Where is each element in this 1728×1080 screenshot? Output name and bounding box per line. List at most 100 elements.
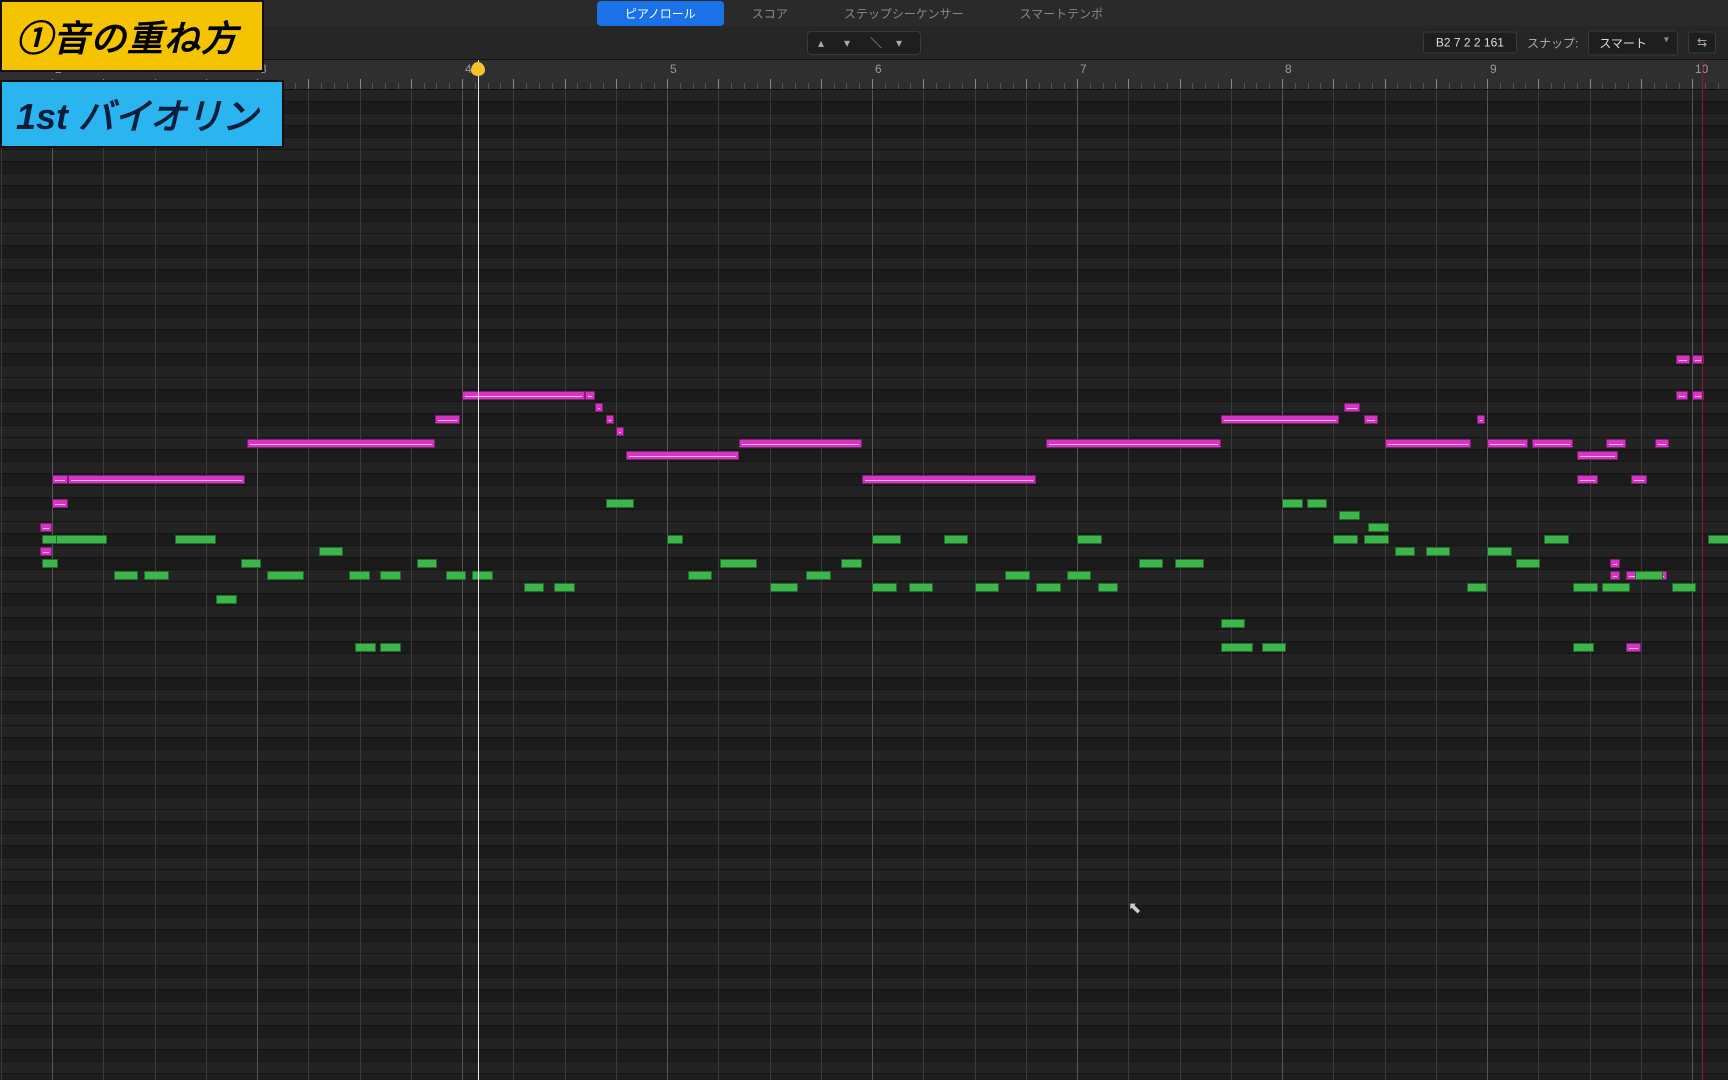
midi-note[interactable] (1610, 571, 1620, 580)
midi-note[interactable] (806, 571, 831, 580)
piano-roll-grid[interactable] (0, 90, 1728, 1080)
end-marker[interactable] (1702, 60, 1703, 1080)
midi-note[interactable] (462, 391, 585, 400)
midi-note[interactable] (1544, 535, 1569, 544)
midi-note[interactable] (42, 559, 58, 568)
chevron-down-icon[interactable]: ▾ (896, 36, 910, 50)
midi-note[interactable] (667, 535, 683, 544)
midi-note[interactable] (1532, 439, 1573, 448)
tab-piano-roll[interactable]: ピアノロール (597, 1, 724, 26)
midi-note[interactable] (1426, 547, 1451, 556)
midi-note[interactable] (241, 559, 262, 568)
midi-note[interactable] (68, 475, 244, 484)
midi-note[interactable] (739, 439, 862, 448)
midi-note[interactable] (909, 583, 934, 592)
playhead[interactable] (478, 60, 479, 1080)
midi-note[interactable] (1672, 583, 1697, 592)
midi-note[interactable] (355, 643, 376, 652)
midi-note[interactable] (1339, 511, 1360, 520)
midi-note[interactable] (1708, 535, 1728, 544)
midi-note[interactable] (1487, 547, 1512, 556)
midi-note[interactable] (446, 571, 467, 580)
midi-note[interactable] (1676, 391, 1688, 400)
midi-note[interactable] (1282, 499, 1303, 508)
midi-note[interactable] (1655, 439, 1669, 448)
midi-note[interactable] (216, 595, 237, 604)
midi-note[interactable] (524, 583, 545, 592)
midi-note[interactable] (1635, 571, 1664, 580)
midi-note[interactable] (267, 571, 304, 580)
midi-note[interactable] (1098, 583, 1119, 592)
midi-note[interactable] (319, 547, 344, 556)
midi-note[interactable] (1333, 535, 1358, 544)
midi-note[interactable] (40, 523, 52, 532)
midi-note[interactable] (435, 415, 460, 424)
midi-note[interactable] (606, 499, 635, 508)
midi-note[interactable] (554, 583, 575, 592)
midi-note[interactable] (595, 403, 603, 412)
snap-select[interactable]: スマート (1588, 30, 1678, 55)
midi-note[interactable] (944, 535, 969, 544)
midi-note[interactable] (52, 499, 68, 508)
midi-note[interactable] (1573, 583, 1598, 592)
midi-note[interactable] (1516, 559, 1541, 568)
midi-note[interactable] (1175, 559, 1204, 568)
chevron-down-icon[interactable]: ▾ (844, 36, 858, 50)
midi-note[interactable] (585, 391, 595, 400)
midi-note[interactable] (1626, 643, 1640, 652)
midi-note[interactable] (1262, 643, 1287, 652)
midi-note[interactable] (1573, 643, 1594, 652)
midi-note[interactable] (1364, 535, 1389, 544)
midi-note[interactable] (1577, 451, 1618, 460)
midi-note[interactable] (114, 571, 139, 580)
midi-note[interactable] (770, 583, 799, 592)
midi-note[interactable] (688, 571, 713, 580)
midi-note[interactable] (1344, 403, 1360, 412)
midi-note[interactable] (1364, 415, 1378, 424)
tab-step-sequencer[interactable]: ステップシーケンサー (816, 1, 992, 26)
pencil-tool-icon[interactable]: ＼ (870, 36, 884, 50)
playhead-marker-icon[interactable] (471, 62, 485, 76)
midi-note[interactable] (1307, 499, 1328, 508)
midi-note[interactable] (144, 571, 169, 580)
midi-note[interactable] (247, 439, 436, 448)
midi-note[interactable] (862, 475, 1036, 484)
midi-note[interactable] (1036, 583, 1061, 592)
midi-note[interactable] (1676, 355, 1690, 364)
midi-note[interactable] (380, 643, 401, 652)
midi-note[interactable] (380, 571, 401, 580)
midi-note[interactable] (1046, 439, 1220, 448)
midi-note[interactable] (1602, 583, 1631, 592)
tab-smart-tempo[interactable]: スマートテンポ (991, 1, 1131, 26)
midi-note[interactable] (472, 571, 493, 580)
midi-note[interactable] (720, 559, 757, 568)
midi-note[interactable] (1577, 475, 1598, 484)
midi-note[interactable] (52, 475, 68, 484)
midi-note[interactable] (1385, 439, 1471, 448)
midi-note[interactable] (40, 547, 52, 556)
midi-note[interactable] (1221, 619, 1246, 628)
midi-note[interactable] (1139, 559, 1164, 568)
pointer-tool-icon[interactable]: ▴ (818, 36, 832, 50)
midi-note[interactable] (1467, 583, 1488, 592)
midi-note[interactable] (1631, 475, 1647, 484)
midi-note[interactable] (872, 583, 897, 592)
midi-note[interactable] (1610, 559, 1620, 568)
midi-note[interactable] (1487, 439, 1528, 448)
tool-selector[interactable]: ▴ ▾ ＼ ▾ (807, 31, 921, 55)
midi-note[interactable] (1395, 547, 1416, 556)
midi-note[interactable] (1221, 415, 1340, 424)
midi-note[interactable] (975, 583, 1000, 592)
midi-note[interactable] (1067, 571, 1092, 580)
tab-score[interactable]: スコア (724, 1, 816, 26)
midi-note[interactable] (1606, 439, 1627, 448)
midi-note[interactable] (56, 535, 107, 544)
midi-note[interactable] (841, 559, 862, 568)
midi-note[interactable] (606, 415, 614, 424)
midi-note[interactable] (175, 535, 216, 544)
link-button[interactable]: ⇆ (1688, 32, 1716, 54)
midi-note[interactable] (417, 559, 438, 568)
midi-note[interactable] (349, 571, 370, 580)
midi-note[interactable] (1221, 643, 1254, 652)
midi-note[interactable] (872, 535, 901, 544)
